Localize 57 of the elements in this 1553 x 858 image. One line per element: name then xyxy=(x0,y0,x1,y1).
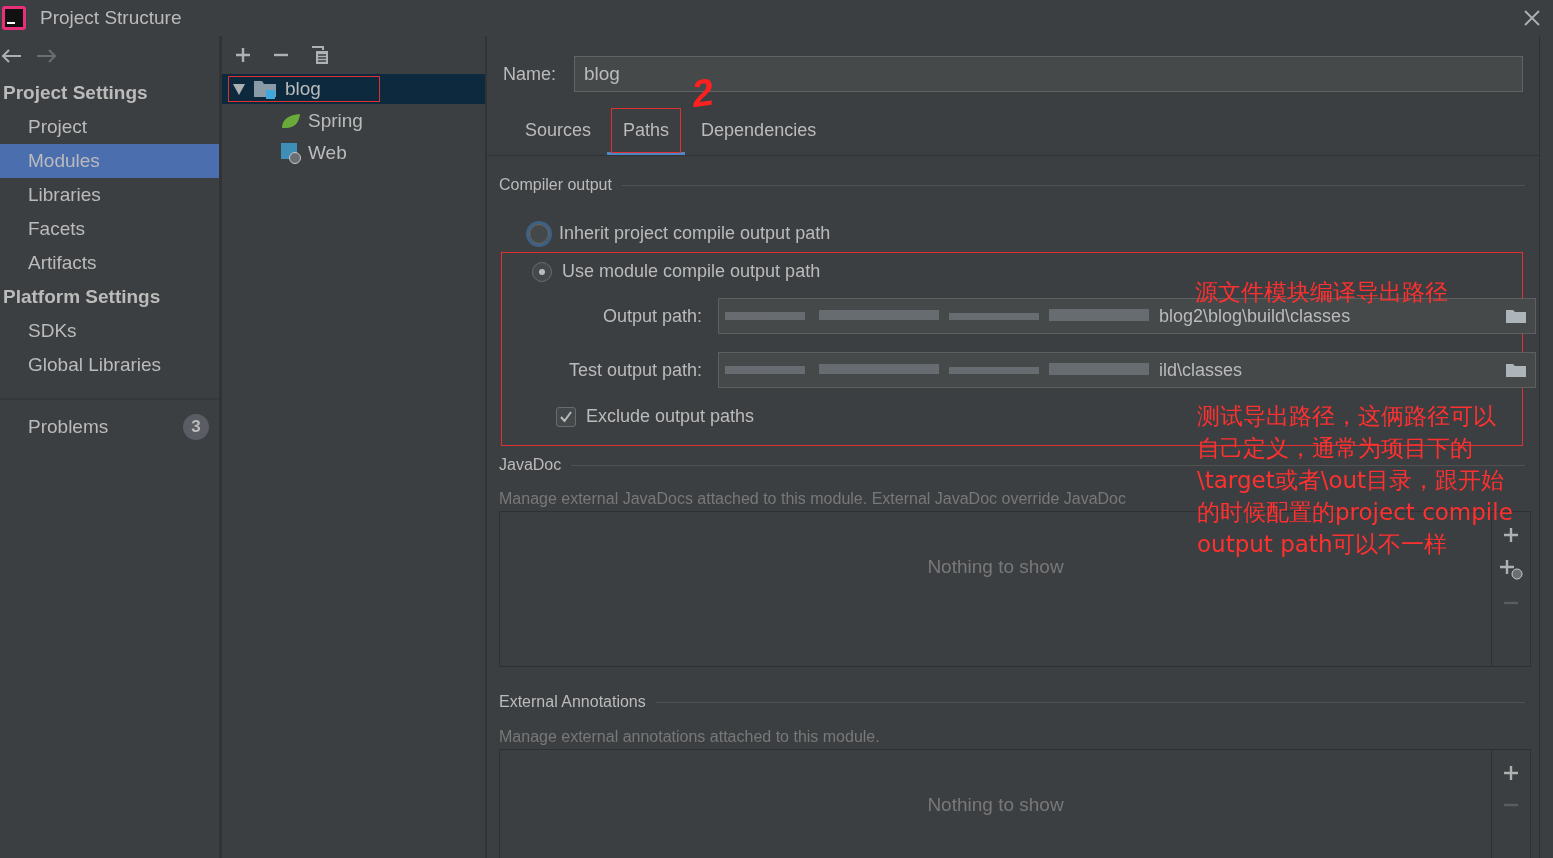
radio-label: Use module compile output path xyxy=(562,261,821,282)
empty-text: Nothing to show xyxy=(927,556,1064,579)
path-field[interactable]: ild\classes xyxy=(718,352,1536,388)
sidebar-item[interactable]: Problems xyxy=(28,416,109,438)
path-value: blog2\blog\build\classes xyxy=(1159,305,1352,327)
annotation-note: output path可以不一样 xyxy=(1197,530,1448,558)
section-title: JavaDoc xyxy=(499,456,562,474)
field-label: Test output path: xyxy=(567,359,702,381)
count-badge: 3 xyxy=(183,414,209,440)
path-value: ild\classes xyxy=(1159,359,1244,381)
empty-text: Nothing to show xyxy=(927,794,1064,817)
close-icon[interactable] xyxy=(1523,9,1541,27)
radio-button[interactable] xyxy=(532,261,552,282)
tab[interactable]: Sources xyxy=(509,111,608,155)
leaf-icon xyxy=(280,112,302,130)
tree-item-label: Spring xyxy=(308,110,363,132)
sidebar-item[interactable]: Project xyxy=(0,110,219,144)
section-title: Compiler output xyxy=(499,176,612,194)
expand-triangle-icon[interactable] xyxy=(233,83,245,95)
radio-button[interactable] xyxy=(529,223,549,244)
folder-icon[interactable] xyxy=(1505,361,1527,379)
annotation-note: \target或者\out目录，跟开始 xyxy=(1197,466,1505,494)
window-title: Project Structure xyxy=(40,7,183,29)
annotation-note: 的时候配置的project compile xyxy=(1197,498,1513,526)
add-icon[interactable] xyxy=(1502,764,1520,782)
section-description: Manage external JavaDocs attached to this module. External JavaDoc override JavaDoc xyxy=(499,490,1127,508)
tab[interactable]: Paths xyxy=(607,111,686,155)
sidebar-item[interactable]: SDKs xyxy=(0,314,219,348)
add-icon[interactable] xyxy=(1502,526,1520,544)
add-web-link-icon[interactable] xyxy=(1499,558,1523,580)
tree-row[interactable]: blog xyxy=(222,74,485,104)
sidebar-item[interactable]: Artifacts xyxy=(0,246,219,280)
sidebar-group-title: Platform Settings xyxy=(2,285,162,309)
back-arrow-icon[interactable] xyxy=(0,48,22,64)
web-icon xyxy=(280,142,302,164)
tree-row[interactable]: Web xyxy=(222,138,485,168)
tree-item-label: Web xyxy=(308,142,347,164)
sidebar-group-title: Project Settings xyxy=(2,81,149,105)
field-label: Output path: xyxy=(601,305,702,327)
tab[interactable]: Dependencies xyxy=(685,111,833,155)
name-label: Name: xyxy=(503,63,556,85)
sidebar-item[interactable]: Global Libraries xyxy=(0,348,219,382)
sidebar-item[interactable]: Facets xyxy=(0,212,219,246)
section-title: External Annotations xyxy=(499,693,646,711)
tree-item-label: blog xyxy=(285,78,321,100)
sidebar-item[interactable]: Libraries xyxy=(0,178,219,212)
annotation-note: 测试导出路径，这俩路径可以 xyxy=(1197,402,1496,430)
add-icon[interactable] xyxy=(234,46,252,64)
module-folder-icon xyxy=(253,79,277,99)
tree-row[interactable]: Spring xyxy=(222,106,485,136)
radio-label: Inherit project compile output path xyxy=(559,223,831,244)
copy-icon[interactable] xyxy=(310,45,330,65)
section-description: Manage external annotations attached to this module. xyxy=(499,728,881,746)
folder-icon[interactable] xyxy=(1505,307,1527,325)
checkbox-label: Exclude output paths xyxy=(586,406,755,427)
checkbox[interactable] xyxy=(556,406,576,427)
app-logo-icon xyxy=(2,6,26,30)
